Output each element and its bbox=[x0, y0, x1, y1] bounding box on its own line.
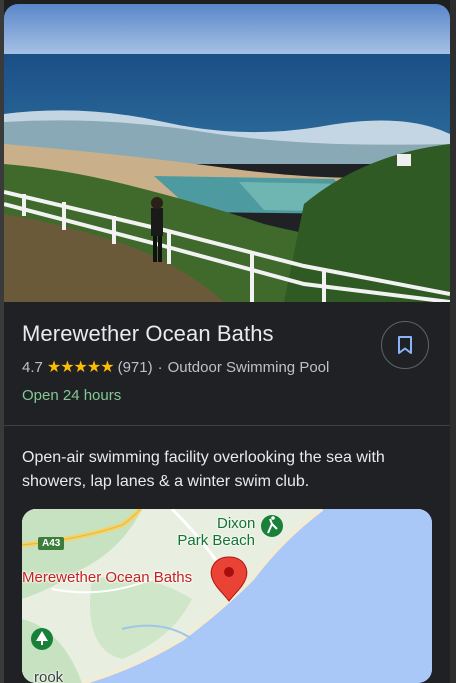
poi-label[interactable]: Dixon Park Beach bbox=[177, 515, 255, 549]
review-count[interactable]: (971) bbox=[118, 359, 153, 376]
place-photo[interactable] bbox=[4, 4, 450, 302]
map-partial-label: rook bbox=[34, 669, 64, 683]
tree-icon bbox=[31, 628, 53, 650]
save-button[interactable] bbox=[381, 321, 429, 369]
road-shield-a43: A43 bbox=[38, 537, 65, 550]
map-preview[interactable]: A43 Dixon Park Beach Merewether Ocean Ba… bbox=[22, 509, 432, 683]
separator-dot: · bbox=[157, 358, 163, 376]
poi-label-line2: Park Beach bbox=[177, 532, 255, 549]
place-title: Merewether Ocean Baths bbox=[22, 321, 274, 346]
place-category[interactable]: Outdoor Swimming Pool bbox=[168, 359, 330, 376]
place-description: Open-air swimming facility overlooking t… bbox=[22, 449, 385, 490]
star-rating[interactable]: ★★★★★ bbox=[47, 357, 115, 377]
hours-status[interactable]: Open 24 hours bbox=[22, 387, 121, 404]
map-pin-label[interactable]: Merewether Ocean Baths bbox=[22, 569, 192, 586]
divider bbox=[4, 425, 450, 426]
place-card: Merewether Ocean Baths 4.7 ★★★★★ (971) ·… bbox=[4, 4, 450, 683]
bookmark-icon bbox=[398, 336, 412, 354]
rating-value: 4.7 bbox=[22, 358, 43, 376]
hiking-icon[interactable] bbox=[261, 515, 283, 537]
right-edge bbox=[450, 0, 456, 683]
rating-row: 4.7 ★★★★★ (971) · Outdoor Swimming Pool bbox=[22, 357, 329, 377]
poi-label-line1: Dixon bbox=[217, 515, 256, 532]
